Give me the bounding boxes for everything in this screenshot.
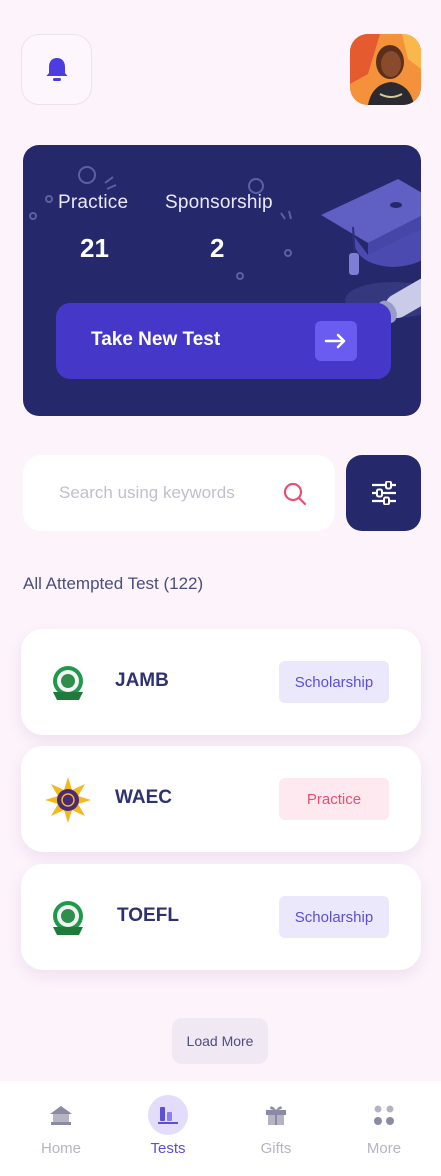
status-badge: Scholarship — [279, 661, 389, 703]
search-input[interactable]: Search using keywords — [23, 455, 335, 531]
nav-label-gifts: Gifts — [260, 1140, 292, 1157]
more-dots-icon — [364, 1095, 404, 1135]
nav-item-more[interactable]: More — [329, 1081, 439, 1176]
home-icon — [41, 1095, 81, 1135]
nav-label-home: Home — [40, 1140, 81, 1157]
profile-photo — [350, 34, 421, 105]
nav-item-gifts[interactable]: Gifts — [221, 1081, 331, 1176]
test-name: TOEFL — [117, 905, 179, 926]
test-card-jamb[interactable]: JAMB Scholarship — [21, 629, 421, 735]
sponsorship-label: Sponsorship — [165, 192, 273, 213]
practice-count: 21 — [80, 233, 109, 263]
waec-logo-icon — [45, 777, 91, 823]
take-new-test-button[interactable]: Take New Test — [56, 303, 391, 379]
test-card-toefl[interactable]: TOEFL Scholarship — [21, 864, 421, 970]
nav-item-home[interactable]: Home — [6, 1081, 116, 1176]
jamb-logo-icon — [53, 666, 83, 700]
status-badge: Practice — [279, 778, 389, 820]
nav-item-tests[interactable]: Tests — [113, 1081, 223, 1176]
sliders-icon — [371, 481, 396, 505]
bottom-nav: Home Tests Gifts More — [0, 1081, 441, 1176]
section-title: All Attempted Test (122) — [23, 574, 204, 593]
load-more-button[interactable]: Load More — [172, 1018, 268, 1064]
arrow-right-icon — [315, 321, 357, 361]
search-icon[interactable] — [283, 482, 307, 506]
test-name: WAEC — [115, 787, 172, 808]
nav-label-more: More — [366, 1140, 402, 1157]
stats-card: Practice 21 Sponsorship 2 Take New Test — [23, 145, 421, 416]
nav-label-tests: Tests — [150, 1140, 186, 1157]
avatar[interactable] — [350, 34, 421, 105]
status-badge: Scholarship — [279, 896, 389, 938]
test-card-waec[interactable]: WAEC Practice — [21, 746, 421, 852]
filter-button[interactable] — [346, 455, 421, 531]
sponsorship-count: 2 — [210, 233, 225, 263]
gift-icon — [256, 1095, 296, 1135]
bell-icon — [46, 57, 67, 81]
search-placeholder: Search using keywords — [59, 483, 235, 502]
practice-label: Practice — [58, 192, 129, 213]
notifications-button[interactable] — [21, 34, 92, 105]
tests-icon — [148, 1095, 188, 1135]
test-name: JAMB — [115, 670, 169, 691]
toefl-logo-icon — [53, 901, 83, 935]
take-new-test-label: Take New Test — [91, 329, 221, 350]
